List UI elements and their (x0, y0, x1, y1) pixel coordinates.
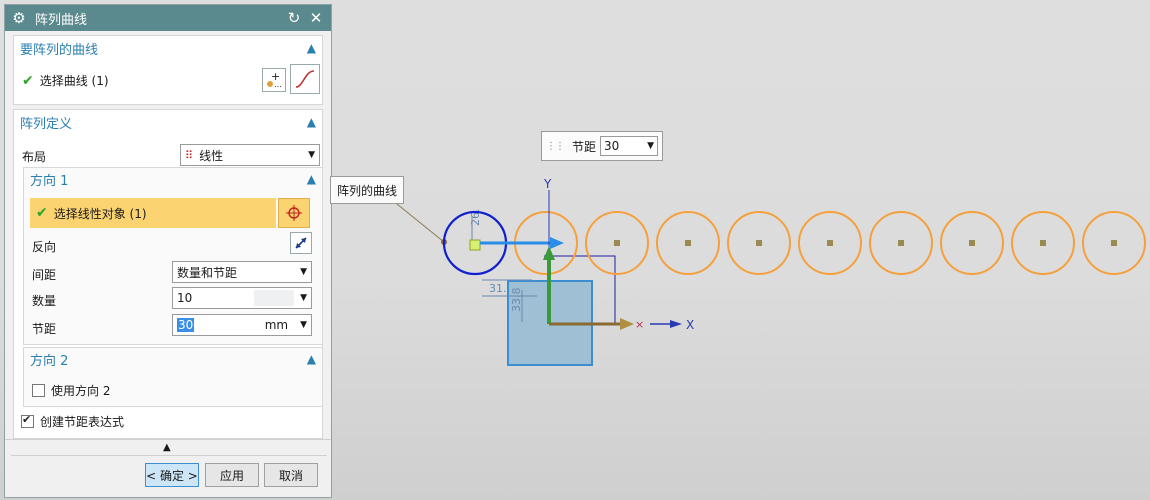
chevron-down-icon: ▼ (300, 320, 307, 330)
collapse-icon[interactable]: ▲ (307, 352, 316, 366)
create-expression-label: 创建节距表达式 (40, 415, 125, 429)
collapse-icon[interactable]: ▲ (307, 172, 316, 186)
reverse-arrows-icon (295, 237, 307, 249)
pitch-popup[interactable]: ⋮⋮ 节距 30 ▼ (541, 131, 664, 161)
select-linear-object-row[interactable]: ✔ 选择线性对象 (1) (30, 198, 276, 228)
pitch-popup-value: 30 (604, 139, 620, 153)
apply-button[interactable]: 应用 (205, 463, 259, 487)
curve-tooltip: 阵列的曲线 (330, 176, 405, 204)
create-expression-checkbox[interactable] (21, 413, 34, 428)
green-arrow-head (543, 246, 555, 260)
checkmark-icon: ✔ (22, 72, 34, 89)
ok-button[interactable]: < 确定 > (145, 463, 199, 487)
x-axis-head (670, 320, 682, 328)
direction1-section: 方向 1 ▲ ✔ 选择线性对象 (1) 反向 间距 数量和节距 ▼ 数量 10 … (23, 167, 323, 345)
layout-value: 线性 (199, 148, 224, 163)
y-axis-label: Y (543, 177, 552, 191)
count-label: 数量 (32, 294, 57, 308)
pitch-value: 30 (177, 318, 195, 332)
use-direction2-label: 使用方向 2 (51, 384, 111, 398)
definition-section-header[interactable]: 阵列定义 ▲ (14, 110, 322, 134)
count-extra-field (254, 290, 295, 306)
create-expression-row[interactable]: 创建节距表达式 (21, 413, 124, 430)
dialog-title: 阵列曲线 (35, 12, 88, 28)
pitch-unit: mm (264, 318, 289, 332)
reset-icon[interactable]: ↻ (285, 9, 303, 27)
direction1-title: 方向 1 (30, 173, 69, 189)
use-direction2-checkbox-row[interactable]: 使用方向 2 (32, 382, 110, 399)
checkmark-icon: ✔ (36, 205, 48, 221)
curves-section-title: 要阵列的曲线 (20, 42, 99, 58)
direction2-header[interactable]: 方向 2 ▲ (24, 348, 322, 370)
x-arrow-head (620, 318, 634, 330)
spacing-value: 数量和节距 (177, 265, 238, 280)
divider (11, 455, 327, 456)
array-preview-circles (514, 211, 1146, 275)
direction1-header[interactable]: 方向 1 ▲ (24, 168, 322, 190)
svg-text:…: … (274, 80, 282, 89)
chevron-down-icon: ▼ (300, 267, 307, 277)
count-value: 10 (177, 291, 193, 305)
select-curve-label: 选择曲线 (1) (39, 74, 109, 88)
vector-dialog-button[interactable] (278, 198, 310, 228)
curve-center-marker (469, 239, 481, 251)
array-curve-dialog: ⚙ 阵列曲线 ↻ ✕ 要阵列的曲线 ▲ ✔ 选择曲线 (1) +… 阵列定义 ▲… (4, 4, 332, 498)
curves-section: 要阵列的曲线 ▲ ✔ 选择曲线 (1) +… (13, 35, 323, 105)
cancel-button[interactable]: 取消 (264, 463, 318, 487)
close-icon[interactable]: ✕ (307, 9, 325, 27)
dim-31-label: 31. (489, 282, 507, 295)
x-marker: × (635, 318, 644, 331)
divider (5, 439, 331, 440)
collapse-icon[interactable]: ▲ (307, 115, 316, 129)
layout-select[interactable]: ⠿ 线性 ▼ (180, 144, 320, 166)
dialog-titlebar: ⚙ 阵列曲线 ↻ ✕ (5, 5, 331, 31)
chevron-down-icon: ▼ (647, 141, 655, 151)
chevron-down-icon: ▼ (308, 150, 315, 160)
collapse-icon[interactable]: ▲ (307, 41, 316, 55)
curves-section-header[interactable]: 要阵列的曲线 ▲ (14, 36, 322, 60)
gear-icon[interactable]: ⚙ (11, 10, 27, 26)
x-axis-label: X (686, 318, 694, 332)
drag-handle-icon[interactable]: ⋮⋮ (546, 141, 565, 152)
dim-33-label: 33.8 (510, 288, 523, 313)
spacing-label: 间距 (32, 268, 57, 282)
pitch-popup-input[interactable]: 30 ▼ (600, 136, 659, 156)
definition-section-title: 阵列定义 (20, 116, 73, 132)
direction2-section: 方向 2 ▲ 使用方向 2 (23, 347, 323, 407)
pitch-label: 节距 (32, 322, 57, 336)
chevron-down-icon: ▼ (300, 293, 307, 303)
count-input[interactable]: 10 ▼ (172, 287, 312, 309)
add-curve-icon: +… (267, 71, 282, 89)
curve-filter-button[interactable] (290, 64, 320, 94)
expand-more-icon[interactable]: ▲ (163, 442, 171, 453)
curve-tooltip-text: 阵列的曲线 (337, 183, 398, 198)
direction2-title: 方向 2 (30, 353, 69, 369)
select-linear-label: 选择线性对象 (1) (53, 206, 147, 221)
linear-grid-icon: ⠿ (185, 148, 194, 162)
reverse-direction-button[interactable] (290, 232, 312, 254)
select-curve-row[interactable]: ✔ 选择曲线 (1) (22, 72, 109, 89)
add-curve-button[interactable]: +… (262, 68, 286, 92)
pitch-input[interactable]: 30 mm ▼ (172, 314, 312, 336)
pitch-popup-label: 节距 (572, 139, 597, 154)
use-direction2-checkbox[interactable] (32, 384, 45, 397)
crosshair-icon (286, 205, 302, 221)
spacing-select[interactable]: 数量和节距 ▼ (172, 261, 312, 283)
reverse-label: 反向 (32, 240, 57, 254)
direction-arrow-head (550, 237, 564, 249)
leader-line (391, 199, 445, 243)
s-curve-icon (295, 70, 315, 88)
graphics-viewport[interactable]: 26. 31. 33.8 Y × X (332, 0, 1150, 500)
layout-label: 布局 (22, 150, 47, 164)
